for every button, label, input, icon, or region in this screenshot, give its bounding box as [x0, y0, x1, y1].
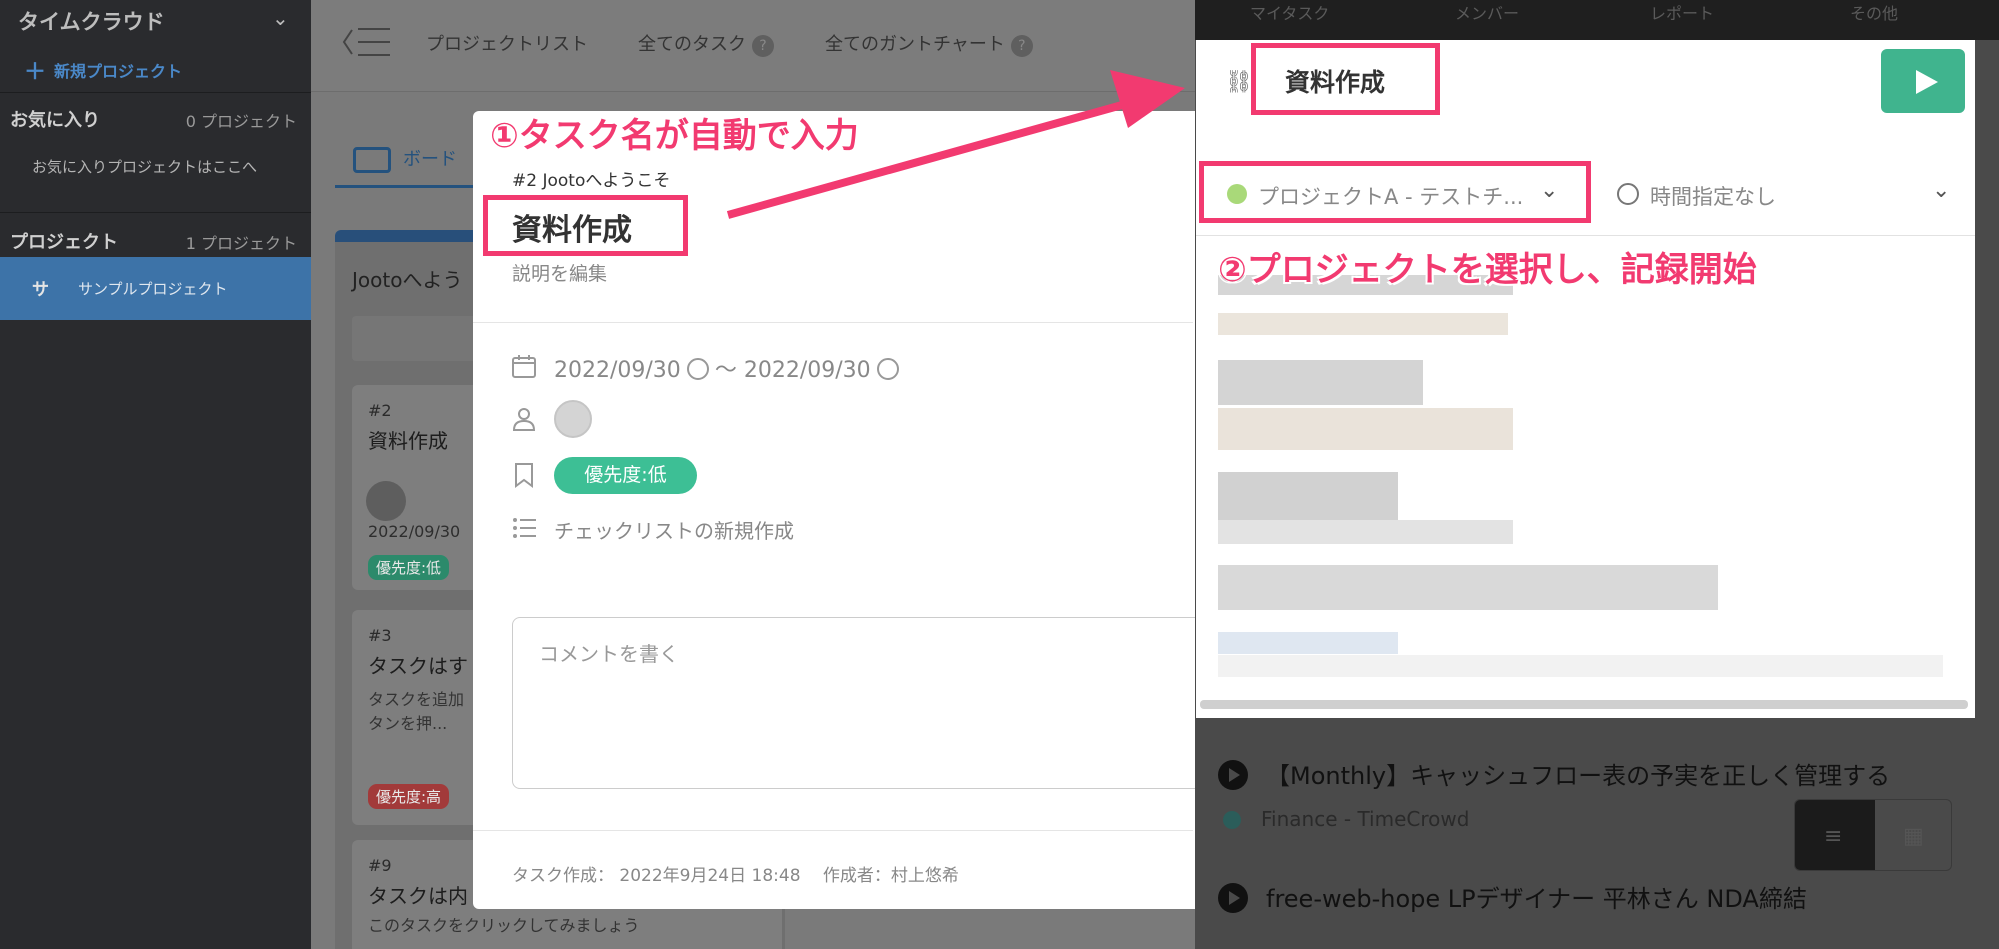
description-edit[interactable]: 説明を編集	[512, 259, 607, 286]
list-item[interactable]: 【Monthly】キャッシュフロー表の予実を正しく管理する	[1218, 756, 1890, 791]
clock-icon[interactable]	[876, 358, 899, 380]
project-name: サンプルプロジェクト	[78, 280, 228, 298]
help-icon[interactable]: ?	[752, 35, 774, 57]
list-item[interactable]: free-web-hope LPデザイナー 平林さん NDA締結	[1218, 879, 1807, 914]
tab-my-tasks[interactable]: マイタスク	[1250, 0, 1329, 24]
chevron-down-icon[interactable]: ⌄	[1932, 178, 1950, 203]
person-icon	[512, 408, 536, 431]
projects-count: 1 プロジェクト	[185, 234, 297, 253]
blurred-content	[1218, 632, 1398, 654]
new-checklist-button[interactable]: チェックリストの新規作成	[554, 515, 794, 544]
tab-members[interactable]: メンバー	[1455, 0, 1519, 24]
blurred-content	[1218, 408, 1513, 450]
blurred-content	[1218, 360, 1423, 405]
priority-badge[interactable]: 優先度:低	[554, 457, 697, 494]
time-select[interactable]: 時間指定なし	[1650, 181, 1776, 211]
clock-icon[interactable]	[686, 358, 709, 380]
end-date[interactable]: 2022/09/30	[744, 358, 871, 383]
list-item-project: Finance - TimeCrowd	[1223, 807, 1469, 831]
annotation-step1: ①タスク名が自動で入力	[490, 116, 859, 156]
task-title[interactable]: 資料作成	[512, 205, 632, 249]
horizontal-scrollbar[interactable]	[1200, 700, 1968, 709]
menu-collapse-icon[interactable]	[342, 26, 392, 58]
comment-input[interactable]: コメントを書く	[512, 617, 1212, 789]
project-color-dot	[1227, 184, 1247, 204]
assignee-avatar[interactable]	[554, 400, 592, 438]
plus-icon: ＋	[24, 60, 47, 85]
priority-badge: 優先度:低	[368, 555, 450, 580]
avatar	[366, 481, 406, 521]
nav-project-list[interactable]: プロジェクトリスト	[426, 30, 588, 56]
clock-icon	[1617, 183, 1639, 205]
card-title: タスクはす	[368, 654, 468, 678]
card-number: #3	[368, 626, 392, 645]
favorites-empty-text: お気に入りプロジェクトはここへ	[32, 158, 258, 176]
play-icon[interactable]	[1218, 760, 1248, 790]
chevron-down-icon[interactable]: ⌄	[272, 6, 289, 30]
tab-board[interactable]: ボード	[335, 143, 480, 188]
blurred-content	[1218, 520, 1513, 544]
list-icon: ≡	[1824, 824, 1843, 849]
card-description: タスクを追加	[368, 690, 465, 709]
project-select[interactable]: プロジェクトA - テストチ...	[1258, 181, 1523, 211]
brand-name: タイムクラウド	[18, 10, 165, 34]
task-meta-footer: タスク作成： 2022年9月24日 18:48 作成者：村上悠希	[512, 866, 959, 886]
date-separator: 〜	[714, 358, 737, 383]
view-toggle: ≡ ▦	[1794, 799, 1952, 871]
modal-breadcrumb: #2 Jootoへようこそ	[512, 171, 671, 191]
divider	[0, 212, 311, 213]
project-initial: サ	[32, 280, 49, 300]
card-number: #2	[368, 401, 392, 420]
timer-top-tabs: マイタスク メンバー レポート その他	[1195, 0, 1999, 40]
help-icon[interactable]: ?	[1010, 35, 1033, 57]
divider	[473, 322, 1193, 323]
calendar-icon[interactable]: ▦	[1903, 824, 1924, 849]
sidebar-item-sample-project[interactable]: サ サンプルプロジェクト	[0, 257, 311, 320]
projects-header: プロジェクト	[10, 232, 118, 253]
calendar-icon	[512, 355, 536, 378]
task-name-input[interactable]: 資料作成	[1285, 63, 1385, 99]
card-number: #9	[368, 856, 392, 875]
project-color-dot	[1223, 811, 1241, 829]
checklist-icon	[513, 518, 536, 538]
favorites-count: 0 プロジェクト	[185, 112, 297, 131]
tab-reports[interactable]: レポート	[1650, 0, 1714, 24]
tab-other[interactable]: その他	[1850, 0, 1898, 24]
divider	[1196, 235, 1975, 236]
card-description: タンを押...	[368, 714, 448, 733]
priority-badge: 優先度:高	[368, 784, 450, 809]
blurred-content	[1218, 655, 1943, 677]
nav-all-gantt[interactable]: 全てのガントチャート?	[825, 30, 1033, 57]
board-icon	[353, 147, 391, 173]
link-icon: ⛓	[1225, 70, 1253, 95]
chevron-down-icon[interactable]: ⌄	[1540, 178, 1558, 203]
divider	[0, 92, 311, 93]
play-icon[interactable]	[1218, 883, 1248, 913]
favorites-header: お気に入り	[10, 110, 100, 131]
start-timer-button[interactable]	[1881, 49, 1965, 113]
blurred-content	[1218, 472, 1398, 520]
nav-all-tasks[interactable]: 全てのタスク?	[638, 30, 774, 57]
date-range[interactable]: 2022/09/30 〜 2022/09/30	[554, 352, 905, 384]
column-title: Jootoへよう	[352, 268, 463, 292]
blurred-content	[1218, 565, 1718, 610]
card-title: タスクは内	[368, 884, 468, 908]
bookmark-icon	[515, 463, 533, 488]
annotation-step2: ②プロジェクトを選択し、記録開始	[1218, 250, 1757, 290]
new-project-button[interactable]: ＋新規プロジェクト	[24, 54, 182, 86]
divider	[473, 830, 1193, 831]
blurred-content	[1218, 313, 1508, 335]
card-title: 資料作成	[368, 429, 448, 453]
card-description: このタスクをクリックしてみましょう	[368, 916, 640, 935]
card-date: 2022/09/30	[368, 522, 461, 541]
sidebar: タイムクラウド ⌄ ＋新規プロジェクト お気に入り 0 プロジェクト お気に入り…	[0, 0, 311, 949]
start-date[interactable]: 2022/09/30	[554, 358, 681, 383]
